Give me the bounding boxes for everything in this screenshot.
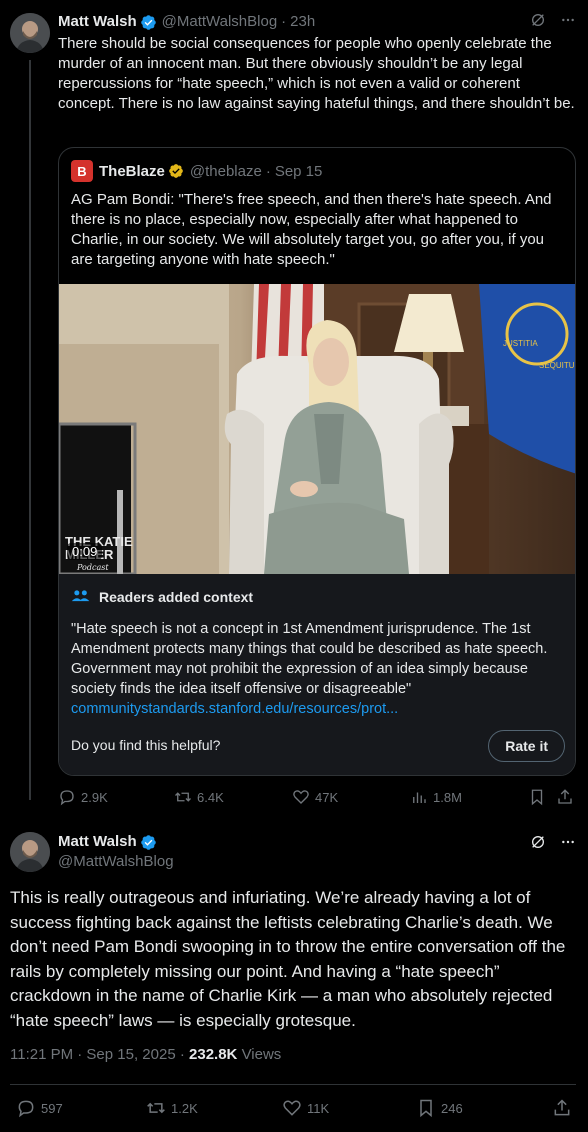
verified-badge-icon bbox=[140, 14, 157, 31]
more-icon[interactable] bbox=[560, 834, 576, 850]
repost-button[interactable]: 6.4K bbox=[174, 788, 224, 806]
thread-line bbox=[29, 60, 31, 800]
flag-seal-text: JUSTITIA bbox=[503, 339, 538, 348]
tweet-actions: 597 1.2K 11K 246 bbox=[10, 1098, 576, 1122]
like-count: 47K bbox=[315, 789, 339, 805]
video-watermark: Podcast bbox=[76, 563, 109, 572]
views-label: Views bbox=[241, 1046, 282, 1063]
grok-icon[interactable] bbox=[530, 12, 546, 28]
tweet-actions: 2.9K 6.4K 47K 1.8M bbox=[58, 788, 576, 810]
quote-author-handle[interactable]: @theblaze bbox=[190, 163, 262, 180]
video-timestamp: 0:09 bbox=[67, 543, 103, 560]
like-count: 11K bbox=[307, 1100, 330, 1116]
tweet-timestamp[interactable]: 11:21 PM · Sep 15, 2025 bbox=[10, 1046, 176, 1063]
note-text: "Hate speech is not a concept in 1st Ame… bbox=[71, 619, 565, 719]
tweet-text: This is really outrageous and infuriatin… bbox=[10, 888, 566, 1030]
tweet-header: Matt Walsh @MattWalshBlog · 23h bbox=[58, 12, 576, 32]
header-icons bbox=[530, 834, 576, 850]
views-button[interactable]: 1.8M bbox=[410, 788, 462, 806]
avatar[interactable] bbox=[10, 832, 50, 872]
author-name[interactable]: Matt Walsh bbox=[58, 12, 137, 32]
reply-button[interactable]: 2.9K bbox=[58, 788, 108, 806]
separator-dot: · bbox=[265, 162, 271, 180]
repost-icon bbox=[146, 1098, 166, 1118]
repost-count: 6.4K bbox=[197, 789, 224, 805]
views-count: 1.8M bbox=[433, 789, 462, 805]
blaze-logo-icon: B bbox=[71, 160, 93, 182]
community-note: Readers added context "Hate speech is no… bbox=[59, 574, 575, 775]
author-handle[interactable]: @MattWalshBlog bbox=[162, 12, 278, 32]
reply-count: 2.9K bbox=[81, 789, 108, 805]
rate-it-button[interactable]: Rate it bbox=[488, 730, 565, 762]
author-name[interactable]: Matt Walsh bbox=[58, 832, 137, 852]
bookmark-count: 246 bbox=[441, 1100, 463, 1116]
more-icon[interactable] bbox=[560, 12, 576, 28]
tweet-detail-header: Matt Walsh @MattWalshBlog bbox=[58, 832, 174, 872]
gold-badge-icon bbox=[168, 163, 184, 179]
note-body: "Hate speech is not a concept in 1st Ame… bbox=[71, 621, 548, 697]
views-icon bbox=[410, 788, 428, 806]
separator-dot: · bbox=[281, 13, 287, 30]
reply-count: 597 bbox=[41, 1100, 63, 1116]
reply-icon bbox=[58, 788, 76, 806]
share-icon bbox=[552, 1098, 572, 1118]
reply-button[interactable]: 597 bbox=[16, 1098, 63, 1118]
share-icon bbox=[556, 788, 574, 806]
like-button[interactable]: 11K bbox=[282, 1098, 329, 1118]
reply-icon bbox=[16, 1098, 36, 1118]
author-name-row: Matt Walsh bbox=[58, 832, 174, 852]
quote-header: B TheBlaze @theblaze · Sep 15 bbox=[71, 160, 322, 182]
bookmark-icon bbox=[416, 1098, 436, 1118]
quote-date[interactable]: Sep 15 bbox=[275, 163, 323, 180]
bookmark-icon bbox=[528, 788, 546, 806]
repost-icon bbox=[174, 788, 192, 806]
bookmark-button[interactable] bbox=[528, 788, 546, 806]
grok-icon[interactable] bbox=[530, 834, 546, 850]
tweet-meta: 11:21 PM · Sep 15, 2025 · 232.8K Views bbox=[10, 1046, 281, 1063]
tweet-text: There should be social consequences for … bbox=[58, 35, 575, 112]
bookmark-button[interactable]: 246 bbox=[416, 1098, 463, 1118]
note-title-text: Readers added context bbox=[99, 589, 254, 605]
divider bbox=[10, 1084, 576, 1085]
video-player[interactable]: JUSTITIA SEQUITUR THE KATIE MILLER Podca… bbox=[59, 284, 576, 574]
repost-count: 1.2K bbox=[171, 1100, 198, 1116]
separator-dot: · bbox=[179, 1046, 185, 1063]
tweet-main: Matt Walsh @MattWalshBlog · 23h There sh… bbox=[58, 12, 576, 114]
avatar[interactable] bbox=[10, 13, 50, 53]
note-title: Readers added context bbox=[71, 588, 253, 606]
author-handle[interactable]: @MattWalshBlog bbox=[58, 852, 174, 872]
header-icons bbox=[530, 12, 576, 28]
quote-text: AG Pam Bondi: "There's free speech, and … bbox=[71, 191, 552, 268]
like-icon bbox=[292, 788, 310, 806]
video-thumbnail: JUSTITIA SEQUITUR THE KATIE MILLER Podca… bbox=[59, 284, 576, 574]
share-button[interactable] bbox=[556, 788, 574, 806]
quoted-tweet[interactable]: B TheBlaze @theblaze · Sep 15 AG Pam Bon… bbox=[58, 147, 576, 776]
tweet-time[interactable]: 23h bbox=[290, 12, 315, 32]
flag-seal-text: SEQUITUR bbox=[539, 361, 576, 370]
people-icon bbox=[71, 588, 91, 606]
quote-author-name[interactable]: TheBlaze bbox=[99, 163, 165, 180]
like-button[interactable]: 47K bbox=[292, 788, 338, 806]
share-button[interactable] bbox=[552, 1098, 572, 1118]
verified-badge-icon bbox=[140, 834, 157, 851]
like-icon bbox=[282, 1098, 302, 1118]
note-source-link[interactable]: communitystandards.stanford.edu/resource… bbox=[71, 701, 398, 717]
repost-button[interactable]: 1.2K bbox=[146, 1098, 198, 1118]
helpful-question: Do you find this helpful? bbox=[71, 737, 221, 753]
views-count: 232.8K bbox=[189, 1046, 238, 1063]
